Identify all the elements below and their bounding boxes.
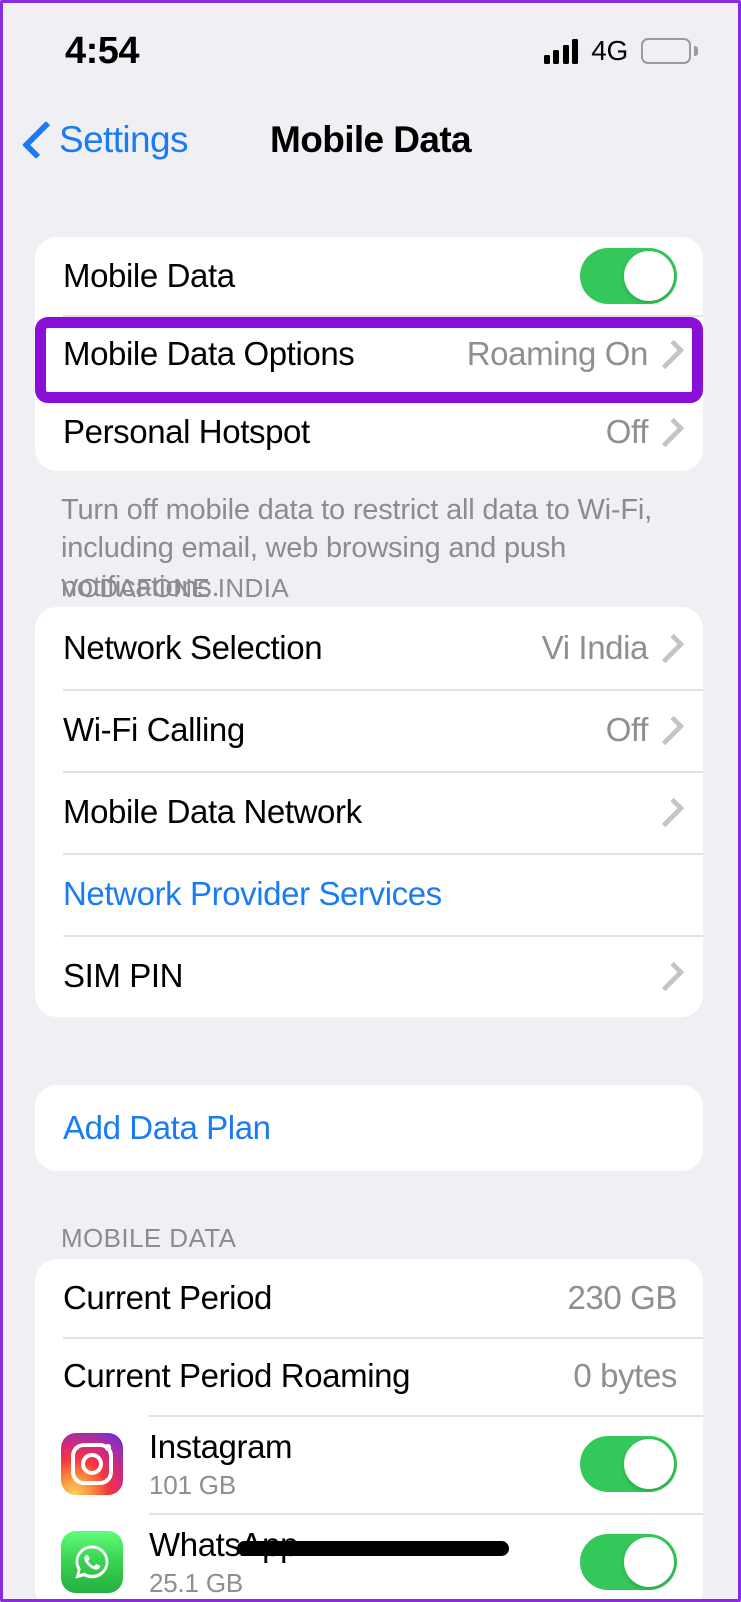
mobile-data-card: Mobile Data Mobile Data Options Roaming … [35, 237, 703, 471]
row-current-period-label: Current Period [63, 1279, 272, 1316]
mobile-data-toggle[interactable] [580, 248, 677, 304]
back-button-label: Settings [59, 119, 189, 160]
row-current-period-roaming-label: Current Period Roaming [63, 1357, 411, 1394]
row-wifi-calling-value: Off [605, 711, 649, 748]
app-whatsapp-usage: 25.1 GB [149, 1567, 243, 1598]
add-data-plan-card: Add Data Plan [35, 1085, 703, 1171]
row-add-data-plan[interactable]: Add Data Plan [35, 1085, 703, 1171]
row-mobile-data[interactable]: Mobile Data [35, 237, 703, 315]
row-mobile-data-network-label: Mobile Data Network [63, 793, 362, 830]
whatsapp-phone-glyph [75, 1545, 109, 1579]
row-app-whatsapp[interactable]: WhatsApp 25.1 GB [35, 1513, 703, 1599]
row-network-selection[interactable]: Network Selection Vi India [35, 607, 703, 689]
chevron-right-icon [654, 339, 685, 369]
instagram-icon [61, 1433, 123, 1495]
row-current-period-value: 230 GB [567, 1279, 677, 1316]
row-personal-hotspot-value: Off [605, 413, 649, 450]
row-wifi-calling[interactable]: Wi-Fi Calling Off [35, 689, 703, 771]
row-network-provider-services[interactable]: Network Provider Services [35, 853, 703, 935]
row-mobile-data-options[interactable]: Mobile Data Options Roaming On [35, 315, 703, 393]
row-mobile-data-network[interactable]: Mobile Data Network [35, 771, 703, 853]
navigation-bar: Settings Mobile Data [3, 99, 738, 181]
row-personal-hotspot-label: Personal Hotspot [63, 413, 310, 450]
row-network-provider-services-label: Network Provider Services [63, 875, 442, 912]
chevron-right-icon [654, 715, 685, 745]
row-current-period: Current Period 230 GB [35, 1259, 703, 1337]
page-title: Mobile Data [269, 119, 472, 160]
cellular-signal-icon [543, 38, 579, 64]
row-mobile-data-label: Mobile Data [63, 257, 235, 294]
row-personal-hotspot[interactable]: Personal Hotspot Off [35, 393, 703, 471]
network-type-label: 4G [591, 35, 628, 66]
row-network-selection-label: Network Selection [63, 629, 323, 666]
status-bar-time: 4:54 [65, 29, 140, 72]
chevron-right-icon [654, 417, 685, 447]
iphone-screen: 4:54 4G Settings Mobile Data Mobile Data [0, 0, 741, 1602]
home-indicator [237, 1541, 509, 1556]
carrier-section-header: VODAFONE INDIA [61, 573, 290, 603]
row-sim-pin[interactable]: SIM PIN [35, 935, 703, 1017]
settings-scroll-view[interactable]: Mobile Data Mobile Data Options Roaming … [3, 181, 738, 1599]
app-instagram-name: Instagram [149, 1427, 293, 1465]
status-bar: 4:54 4G [3, 3, 738, 99]
chevron-right-icon [654, 633, 685, 663]
back-to-settings-button[interactable]: Settings [21, 119, 189, 161]
status-bar-indicators: 4G [543, 35, 698, 67]
row-mobile-data-options-label: Mobile Data Options [63, 335, 355, 372]
add-data-plan-label: Add Data Plan [63, 1109, 271, 1146]
instagram-data-toggle[interactable] [580, 1436, 677, 1492]
battery-low-icon [641, 38, 698, 64]
row-wifi-calling-label: Wi-Fi Calling [63, 711, 245, 748]
whatsapp-data-toggle[interactable] [580, 1534, 677, 1590]
row-mobile-data-options-value: Roaming On [466, 335, 649, 372]
row-current-period-roaming-value: 0 bytes [573, 1357, 677, 1394]
whatsapp-icon [61, 1531, 123, 1593]
row-current-period-roaming: Current Period Roaming 0 bytes [35, 1337, 703, 1415]
row-app-instagram[interactable]: Instagram 101 GB [35, 1415, 703, 1513]
row-sim-pin-label: SIM PIN [63, 957, 184, 994]
row-network-selection-value: Vi India [541, 629, 649, 666]
carrier-card: Network Selection Vi India Wi-Fi Calling… [35, 607, 703, 1017]
chevron-left-icon [21, 120, 61, 160]
usage-section-header: MOBILE DATA [61, 1223, 237, 1253]
app-instagram-usage: 101 GB [149, 1469, 236, 1500]
